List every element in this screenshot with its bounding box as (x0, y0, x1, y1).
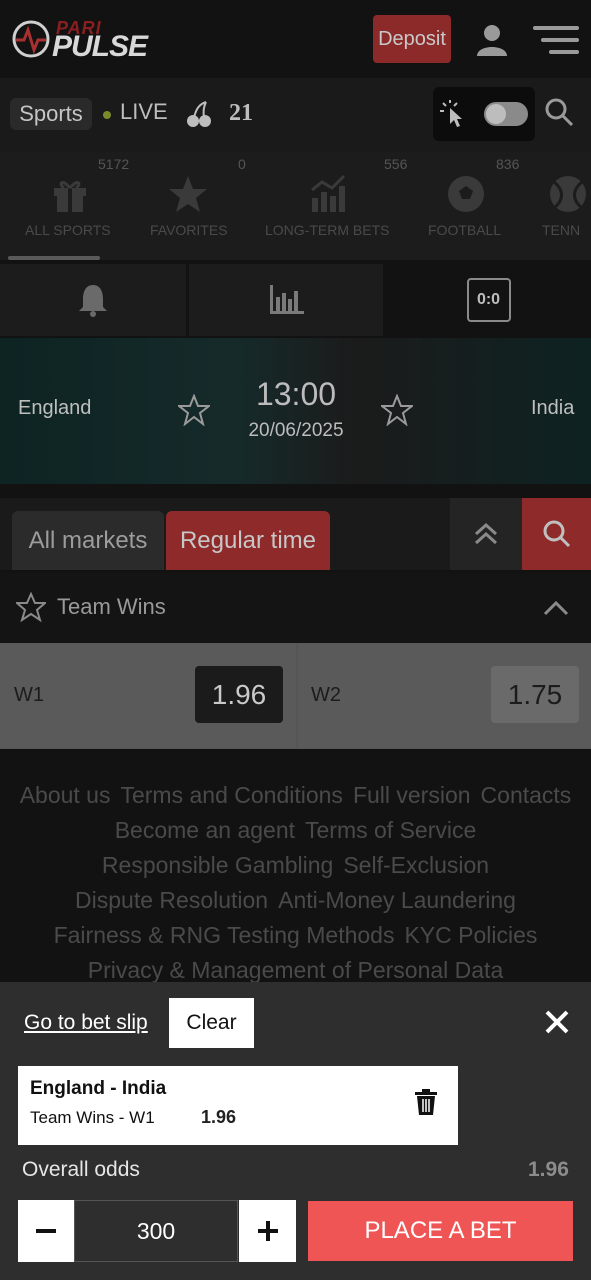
slip-match-name: England - India (30, 1078, 167, 1099)
overall-odds-label: Overall odds (22, 1158, 140, 1181)
category-long-term-bets[interactable]: 556 LONG-TERM BETS (262, 152, 407, 252)
tennis-ball-icon (550, 176, 586, 212)
odd-button-w2[interactable]: 1.75 (491, 666, 579, 723)
category-label: TENN (542, 222, 581, 238)
stats-icon (270, 285, 304, 314)
footer-link[interactable]: Fairness & RNG Testing Methods (54, 922, 395, 948)
toggle-knob (486, 104, 506, 124)
chevron-up-icon[interactable] (541, 596, 571, 620)
double-chevron-up-icon (474, 522, 498, 545)
score-display: 0:0 (466, 278, 511, 322)
tab-all-markets[interactable]: All markets (12, 511, 164, 570)
live-tab[interactable]: LIVE (120, 99, 168, 125)
brand-logo[interactable]: PARI PULSE (12, 16, 172, 63)
cherry-icon[interactable] (186, 100, 212, 128)
slip-odd: 1.96 (201, 1107, 237, 1127)
footer-link[interactable]: Full version (353, 782, 471, 808)
footer-link[interactable]: KYC Policies (404, 922, 537, 948)
place-bet-button[interactable]: PLACE A BET (308, 1201, 573, 1261)
footer-link[interactable]: Dispute Resolution (75, 887, 268, 913)
blackjack-tab[interactable]: 21 (229, 100, 253, 127)
footer-link[interactable]: Terms of Service (305, 817, 476, 843)
live-indicator-dot (103, 111, 111, 119)
close-icon[interactable] (543, 1008, 571, 1036)
favorite-away-star-icon[interactable] (381, 394, 413, 426)
sports-tab[interactable]: Sports (10, 98, 92, 130)
deposit-button[interactable]: Deposit (373, 15, 451, 63)
category-count: 5172 (98, 156, 130, 172)
increase-stake-button[interactable] (239, 1200, 296, 1262)
footer-link[interactable]: Anti-Money Laundering (278, 887, 516, 913)
footer-link[interactable]: Self-Exclusion (343, 852, 489, 878)
outcome-label-w2: W2 (311, 684, 341, 706)
outcome-label-w1: W1 (14, 684, 44, 706)
star-icon (169, 176, 207, 212)
menu-icon[interactable] (533, 26, 579, 54)
team-home: England (18, 397, 92, 419)
footer-link[interactable]: Responsible Gambling (102, 852, 333, 878)
category-football[interactable]: 836 FOOTBALL (424, 152, 519, 252)
category-label: ALL SPORTS (25, 222, 111, 238)
trash-icon[interactable] (413, 1088, 439, 1116)
footer-link[interactable]: Become an agent (115, 817, 295, 843)
collapse-all-button[interactable] (450, 498, 522, 570)
footer-link[interactable]: Contacts (481, 782, 572, 808)
notifications-button[interactable] (0, 264, 186, 336)
footer-link[interactable]: Privacy & Management of Personal Data (88, 957, 503, 983)
category-label: FOOTBALL (428, 222, 502, 238)
logo-text-bottom: PULSE (52, 30, 148, 63)
footer-link[interactable]: Terms and Conditions (120, 782, 342, 808)
slip-market: Team Wins - W1 (30, 1108, 155, 1127)
statistics-button[interactable] (189, 264, 383, 336)
category-count: 556 (384, 156, 408, 172)
search-icon (543, 520, 571, 548)
bell-icon (79, 285, 107, 317)
scoreboard-button[interactable]: 0:0 (386, 264, 591, 336)
favorite-home-star-icon[interactable] (178, 394, 210, 426)
plus-icon (257, 1221, 278, 1241)
go-to-bet-slip-link[interactable]: Go to bet slip (24, 1011, 148, 1035)
active-category-underline (8, 256, 100, 260)
tab-regular-time[interactable]: Regular time (166, 511, 330, 570)
category-count: 0 (238, 156, 246, 172)
category-count: 836 (496, 156, 520, 172)
logo-mark-icon (12, 20, 50, 58)
team-away: India (531, 397, 575, 419)
market-search-button[interactable] (522, 498, 591, 570)
stake-input[interactable]: 300 (74, 1200, 238, 1262)
clear-button[interactable]: Clear (169, 998, 254, 1048)
category-all-sports[interactable]: 5172 ALL SPORTS (20, 152, 129, 252)
bar-chart-icon (311, 174, 346, 212)
soccer-ball-icon (448, 176, 484, 212)
category-tennis[interactable]: TENN (540, 152, 591, 252)
search-icon[interactable] (545, 98, 573, 128)
category-favorites[interactable]: 0 FAVORITES (140, 152, 246, 252)
market-title: Team Wins (57, 594, 166, 619)
tap-click-icon (440, 100, 462, 127)
match-time: 13:00 (255, 376, 337, 412)
footer-link[interactable]: About us (20, 782, 111, 808)
odd-button-w1-selected[interactable]: 1.96 (195, 666, 283, 723)
decrease-stake-button[interactable] (18, 1200, 74, 1262)
category-label: FAVORITES (150, 222, 228, 238)
user-icon[interactable] (474, 22, 510, 58)
footer-links: About us Terms and Conditions Full version… (0, 778, 591, 988)
minus-icon (36, 1229, 56, 1233)
market-favorite-star-icon[interactable] (16, 592, 46, 622)
overall-odds-value: 1.96 (528, 1158, 569, 1181)
gift-icon (54, 181, 86, 212)
match-date: 20/06/2025 (248, 420, 344, 441)
category-label: LONG-TERM BETS (265, 222, 390, 238)
